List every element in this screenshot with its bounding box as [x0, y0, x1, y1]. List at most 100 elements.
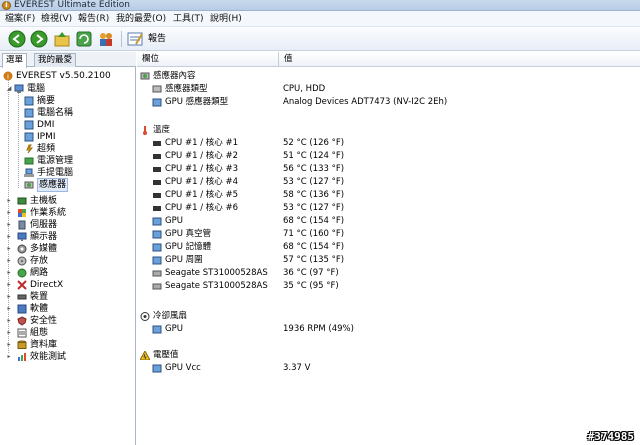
column-field[interactable]: 欄位 — [142, 54, 159, 65]
menu-bar: 檔案(F) 檢視(V) 報告(R) 我的最愛(O) 工具(T) 說明(H) — [0, 11, 640, 27]
back-button[interactable] — [8, 30, 26, 48]
computer-icon — [14, 84, 24, 93]
cpu-icon — [153, 206, 161, 211]
software-icon — [17, 304, 27, 314]
menu-view[interactable]: 檢視(V) — [41, 13, 72, 25]
expand-toggle[interactable]: ▸ — [6, 315, 12, 327]
expand-toggle[interactable]: ▸ — [6, 279, 12, 291]
everest-app-icon: i — [2, 1, 11, 10]
users-button[interactable] — [97, 30, 115, 48]
network-icon — [17, 268, 27, 278]
server-icon — [18, 220, 26, 230]
gpu-icon — [152, 364, 162, 373]
report-button[interactable]: 報告 — [126, 30, 166, 48]
forward-arrow-icon — [30, 30, 48, 48]
gpu-icon — [152, 217, 162, 226]
refresh-icon — [76, 31, 92, 47]
toolbar-separator — [121, 31, 122, 47]
expand-toggle[interactable]: ▸ — [6, 243, 12, 255]
dmi-icon — [24, 120, 34, 130]
sensor-icon — [140, 72, 150, 80]
expand-toggle[interactable]: ▸ — [6, 255, 12, 267]
image-watermark: #374985 — [587, 430, 634, 443]
value-cell: 71 °C (160 °F) — [283, 229, 345, 239]
hard-disk-icon — [152, 270, 162, 277]
config-icon — [17, 328, 27, 338]
window-title: EVEREST Ultimate Edition — [14, 0, 131, 10]
svg-text:i: i — [7, 73, 9, 81]
value-cell: 3.37 V — [283, 363, 311, 373]
directx-icon — [17, 280, 27, 290]
report-icon — [127, 32, 143, 46]
value-cell: 36 °C (97 °F) — [283, 268, 339, 278]
expand-toggle[interactable]: ▸ — [6, 207, 12, 219]
value-cell: 53 °C (127 °F) — [283, 177, 345, 187]
expand-toggle[interactable]: ▸ — [6, 339, 12, 351]
expand-toggle[interactable]: ▸ — [6, 303, 12, 315]
menu-favorites[interactable]: 我的最愛(O) — [116, 13, 166, 25]
details-panel: 欄位 值 感應器內容 感應器類型 CPU, HDD GPU 感應器類型 Anal… — [137, 52, 640, 445]
title-bar: i EVEREST Ultimate Edition — [0, 0, 640, 11]
refresh-button[interactable] — [75, 30, 93, 48]
navigation-panel: 選單 我的最愛 i EVEREST v5.50.2100 ◢ 電腦 摘要 電腦名… — [0, 52, 136, 445]
storage-icon — [17, 256, 27, 266]
motherboard-icon — [17, 197, 27, 205]
expand-toggle[interactable]: ▸ — [6, 327, 12, 339]
summary-icon — [24, 96, 34, 106]
cpu-icon — [153, 154, 161, 159]
gpu-icon — [152, 230, 162, 239]
menu-report[interactable]: 報告(R) — [78, 13, 109, 25]
everest-info-icon: i — [3, 71, 13, 81]
value-cell: 68 °C (154 °F) — [283, 216, 345, 226]
expand-toggle[interactable]: ▸ — [6, 291, 12, 303]
value-cell: 57 °C (135 °F) — [283, 255, 345, 265]
tree-line — [18, 91, 19, 188]
value-cell: 53 °C (127 °F) — [283, 203, 345, 213]
gpu-icon — [152, 98, 162, 107]
back-arrow-icon — [8, 30, 26, 48]
value-cell: 52 °C (126 °F) — [283, 138, 345, 148]
toolbar: 報告 — [0, 27, 640, 51]
column-header: 欄位 值 — [137, 52, 640, 67]
value-cell: 68 °C (154 °F) — [283, 242, 345, 252]
menu-help[interactable]: 說明(H) — [210, 13, 242, 25]
forward-button[interactable] — [30, 30, 48, 48]
expand-toggle[interactable]: ▸ — [6, 195, 12, 207]
expand-toggle[interactable]: ▸ — [6, 351, 12, 363]
multimedia-icon — [17, 244, 27, 254]
up-button[interactable] — [53, 30, 71, 48]
voltage-warning-icon — [140, 351, 150, 360]
benchmark-icon — [18, 353, 26, 361]
cpu-icon — [153, 193, 161, 198]
thermometer-icon — [143, 126, 147, 135]
column-divider[interactable] — [278, 52, 279, 67]
expand-toggle[interactable]: ◢ — [6, 83, 12, 95]
menu-file[interactable]: 檔案(F) — [5, 13, 35, 25]
menu-tools[interactable]: 工具(T) — [173, 13, 204, 25]
sensor-icon — [24, 181, 34, 189]
value-cell: Analog Devices ADT7473 (NV-I2C 2Eh) — [283, 97, 448, 107]
cpu-icon — [153, 167, 161, 172]
value-cell: 35 °C (95 °F) — [283, 281, 339, 291]
cpu-icon — [153, 180, 161, 185]
value-cell: 58 °C (136 °F) — [283, 190, 345, 200]
column-value[interactable]: 值 — [284, 54, 293, 65]
overclock-icon — [26, 144, 34, 154]
fan-icon — [140, 312, 150, 321]
tab-favorites[interactable]: 我的最愛 — [34, 53, 77, 67]
gpu-icon — [152, 325, 162, 334]
hard-disk-icon — [152, 283, 162, 290]
shield-icon — [17, 316, 27, 326]
ipmi-icon — [24, 132, 34, 142]
power-icon — [24, 157, 34, 165]
folder-up-icon — [54, 32, 70, 47]
expand-toggle[interactable]: ▸ — [6, 219, 12, 231]
cpu-icon — [153, 141, 161, 146]
devices-icon — [17, 294, 27, 300]
sensor-icon — [152, 85, 162, 93]
tab-menu[interactable]: 選單 — [2, 53, 28, 68]
expand-toggle[interactable]: ▸ — [6, 231, 12, 243]
laptop-icon — [24, 168, 34, 177]
expand-toggle[interactable]: ▸ — [6, 267, 12, 279]
report-button-label: 報告 — [148, 34, 167, 44]
